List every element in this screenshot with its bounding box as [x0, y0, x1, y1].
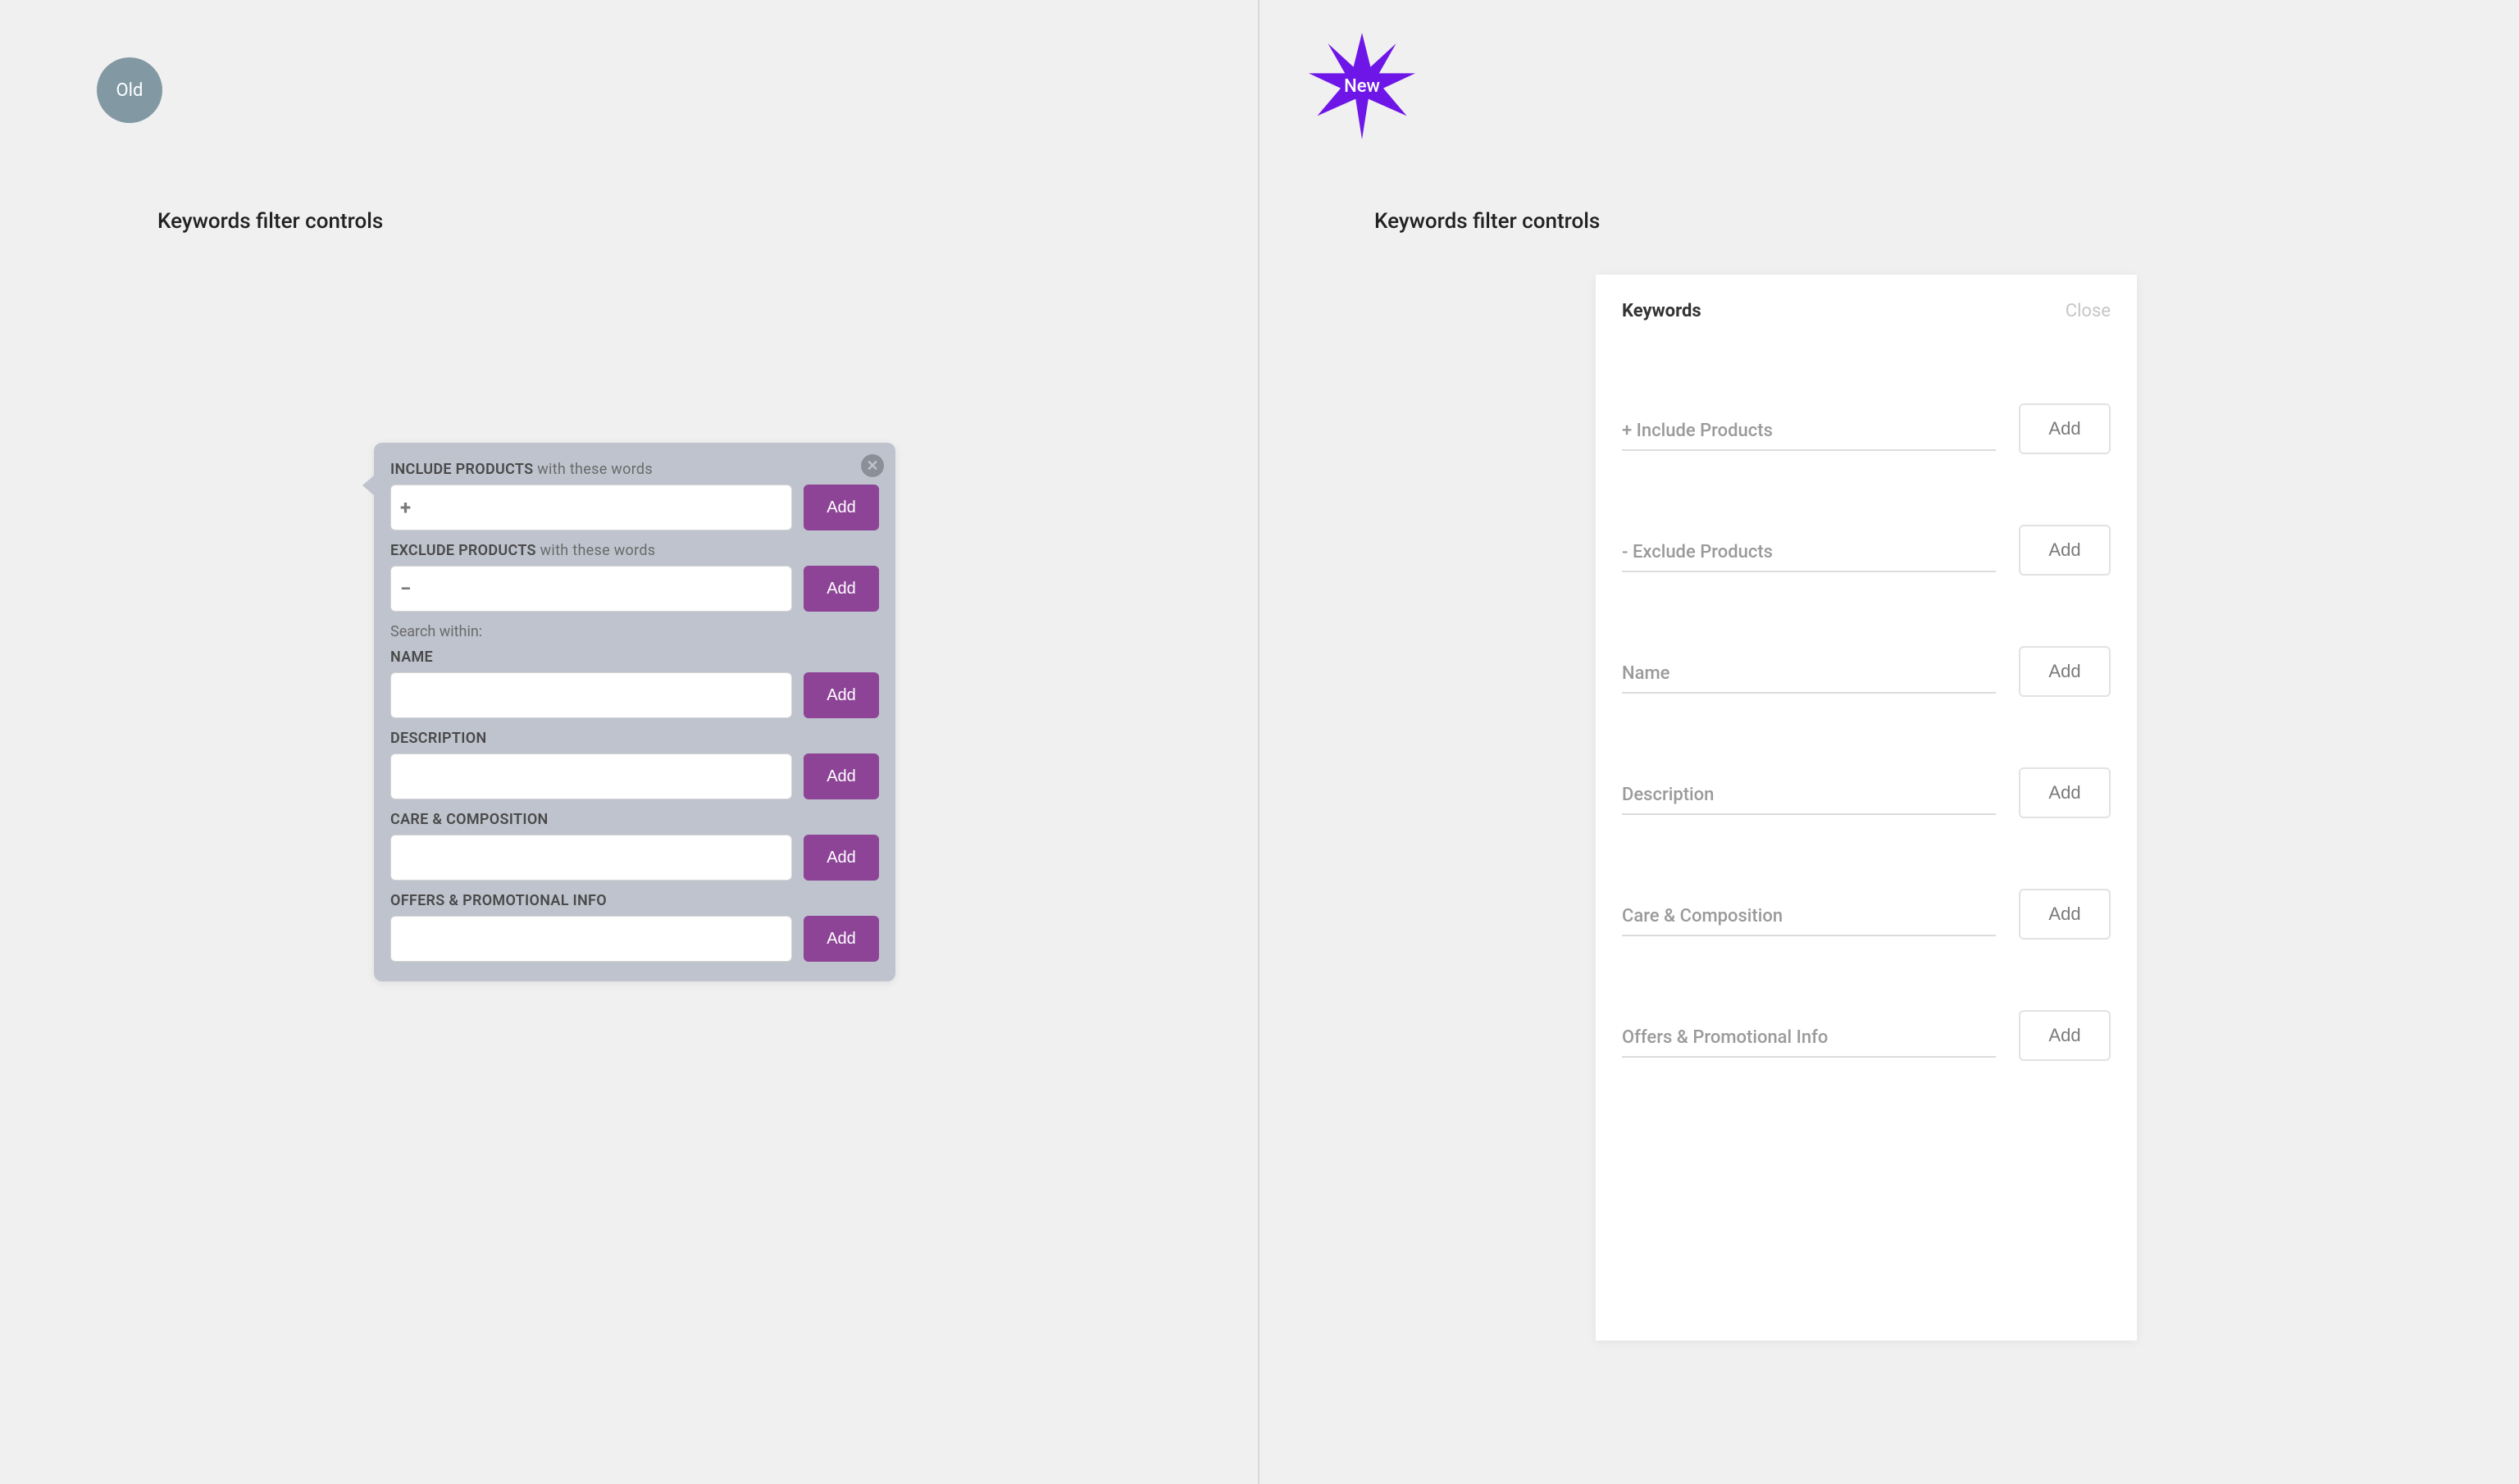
care-composition-input[interactable]	[390, 835, 792, 881]
include-products-add-button[interactable]: Add	[2019, 403, 2111, 454]
old-keywords-panel: ✕ INCLUDE PRODUCTS with these words + Ad…	[374, 443, 895, 981]
section-title-new: Keywords filter controls	[1374, 209, 1600, 234]
name-add-button[interactable]: Add	[2019, 646, 2111, 697]
exclude-add-button[interactable]: Add	[804, 566, 879, 612]
include-products-input[interactable]	[390, 485, 792, 530]
exclude-products-field[interactable]: - Exclude Products	[1622, 542, 1996, 572]
care-composition-label: CARE & COMPOSITION	[390, 811, 879, 828]
plus-icon: +	[400, 496, 411, 519]
offers-promo-input[interactable]	[390, 916, 792, 962]
offers-promo-label: OFFERS & PROMOTIONAL INFO	[390, 892, 879, 909]
name-add-button[interactable]: Add	[804, 672, 879, 718]
description-field[interactable]: Description	[1622, 785, 1996, 815]
new-badge-label: New	[1344, 76, 1380, 97]
search-within-label: Search within:	[390, 623, 879, 640]
close-button[interactable]: Close	[2066, 301, 2111, 321]
include-add-button[interactable]: Add	[804, 485, 879, 530]
section-title-old: Keywords filter controls	[157, 209, 383, 234]
exclude-products-add-button[interactable]: Add	[2019, 525, 2111, 576]
old-badge-label: Old	[116, 80, 143, 101]
offers-promo-add-button[interactable]: Add	[804, 916, 879, 962]
close-icon[interactable]: ✕	[861, 454, 884, 477]
name-label: NAME	[390, 649, 879, 666]
include-products-label: INCLUDE PRODUCTS with these words	[390, 461, 879, 478]
name-input[interactable]	[390, 672, 792, 718]
include-products-field[interactable]: + Include Products	[1622, 421, 1996, 451]
description-label: DESCRIPTION	[390, 730, 879, 747]
offers-promo-add-button[interactable]: Add	[2019, 1010, 2111, 1061]
exclude-products-label: EXCLUDE PRODUCTS with these words	[390, 542, 879, 559]
care-composition-add-button[interactable]: Add	[804, 835, 879, 881]
minus-icon: −	[400, 577, 411, 600]
care-composition-field[interactable]: Care & Composition	[1622, 906, 1996, 936]
description-add-button[interactable]: Add	[2019, 767, 2111, 818]
description-input[interactable]	[390, 753, 792, 799]
old-badge: Old	[97, 57, 162, 123]
new-badge: New	[1309, 33, 1415, 139]
description-add-button[interactable]: Add	[804, 753, 879, 799]
exclude-products-input[interactable]	[390, 566, 792, 612]
offers-promo-field[interactable]: Offers & Promotional Info	[1622, 1027, 1996, 1058]
panel-title: Keywords	[1622, 301, 1701, 321]
new-keywords-panel: Keywords Close + Include Products Add - …	[1596, 275, 2137, 1341]
care-composition-add-button[interactable]: Add	[2019, 889, 2111, 940]
name-field[interactable]: Name	[1622, 663, 1996, 694]
